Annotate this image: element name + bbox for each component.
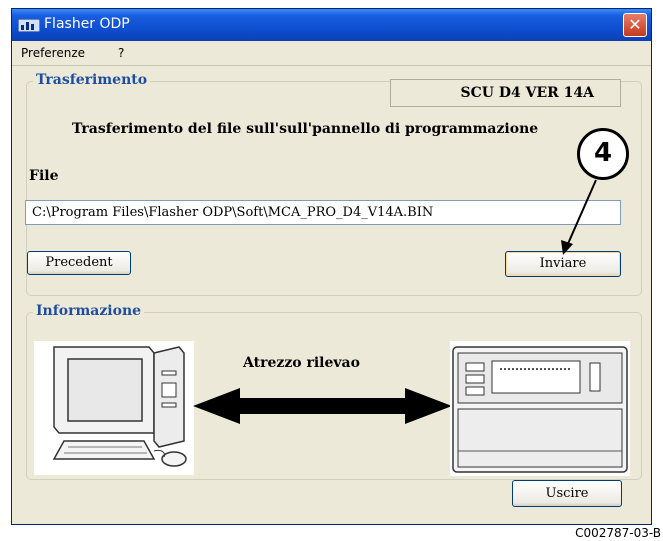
- exit-button[interactable]: Uscire: [512, 480, 622, 507]
- reference-code: C002787-03-B: [575, 526, 661, 540]
- control-panel-icon: [450, 341, 630, 476]
